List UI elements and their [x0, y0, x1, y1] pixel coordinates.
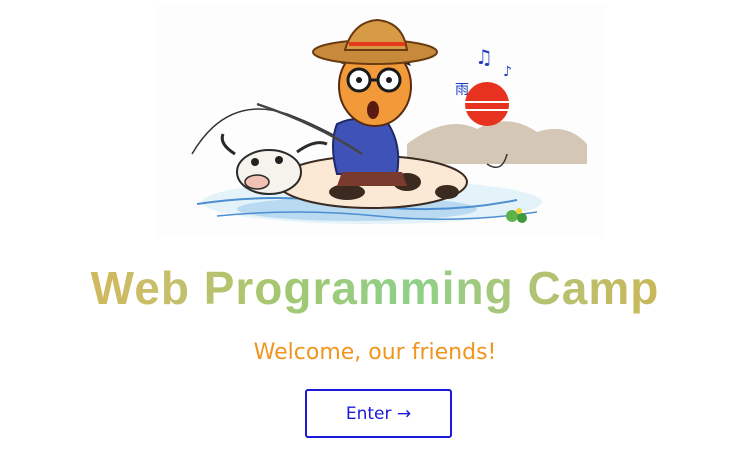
welcome-message: Welcome, our friends!: [253, 340, 497, 365]
page-title: Web Programming Camp: [0, 258, 750, 318]
landing-page: ♫ ♪ 雨 Web Programming Camp Welcome, our …: [0, 0, 750, 450]
svg-text:雨: 雨: [455, 82, 469, 98]
svg-text:♫: ♫: [475, 45, 493, 69]
hero-illustration: ♫ ♪ 雨: [157, 4, 605, 238]
svg-text:♪: ♪: [503, 64, 512, 80]
enter-button[interactable]: Enter →: [305, 389, 452, 438]
